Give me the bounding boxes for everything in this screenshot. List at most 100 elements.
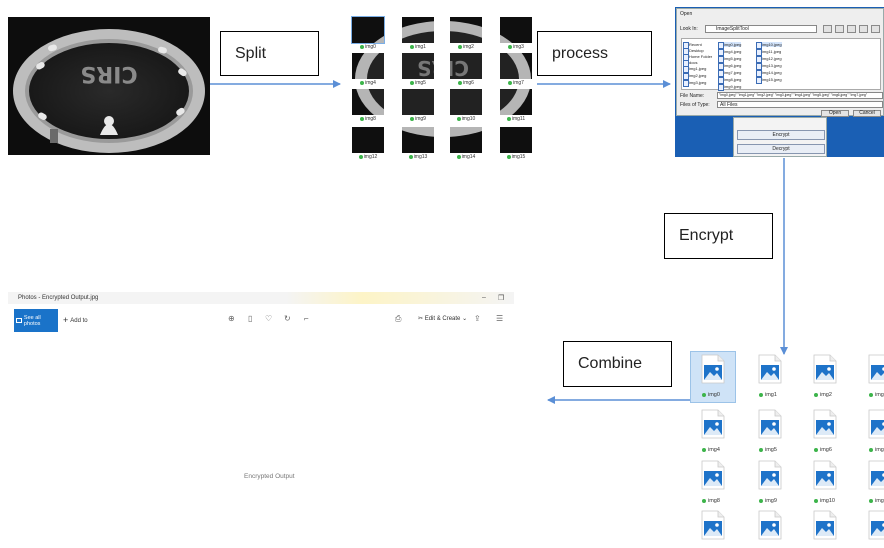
split-tile-caption: img4 [344,80,392,86]
split-tile: CIRS [352,127,384,153]
new-folder-icon[interactable] [847,25,856,33]
favorite-icon[interactable]: ♡ [265,314,272,323]
share-icon[interactable]: ⇪ [474,314,481,323]
home-icon[interactable] [835,25,844,33]
image-file-icon[interactable] [810,460,840,490]
split-tile-name: img9 [415,116,426,122]
file-caption: img2 [814,392,832,398]
image-file-icon[interactable] [698,354,728,384]
up-folder-icon[interactable] [823,25,832,33]
file-list-item[interactable]: img4.jpeg [718,49,741,56]
file-name: img7 [875,447,884,453]
image-file-icon[interactable] [755,354,785,384]
places-item[interactable]: docs [683,60,697,67]
split-tile-caption: img3 [492,44,540,50]
split-tile-name: img6 [463,80,474,86]
file-name-input[interactable]: "img0.jpeg" "img1.jpeg" "img2.jpeg" "img… [717,92,883,99]
places-item[interactable]: Desktop [683,48,704,55]
file-name: img11 [875,498,884,504]
image-file-icon[interactable] [810,409,840,439]
ct-phantom-graphic: CIRS [13,29,205,153]
file-caption: img0 [702,392,720,398]
image-file-icon[interactable] [810,354,840,384]
image-file-icon[interactable] [755,460,785,490]
open-button[interactable]: Open [821,110,849,117]
image-file-icon[interactable] [865,409,884,439]
file-list-item[interactable]: img3.jpeg [683,80,706,87]
file-list-item[interactable]: img12.jpeg [756,56,782,63]
split-tile-name: img8 [365,116,376,122]
rotate-icon[interactable]: ↻ [284,314,291,323]
file-list-item[interactable]: img1.jpeg [683,66,706,73]
split-tile-caption: img1 [394,44,442,50]
split-tile: CIRS [351,16,385,44]
delete-icon[interactable]: ▯ [248,314,252,323]
look-in-select[interactable]: ImageSplitTool [705,25,817,33]
details-view-icon[interactable] [871,25,880,33]
sync-status-icon [814,392,818,397]
file-name: img5 [765,447,777,453]
sync-status-icon [458,80,463,85]
image-file-icon[interactable] [698,510,728,540]
encrypt-decrypt-panel: Encrypt Decrypt [733,117,827,157]
file-list-item[interactable]: img13.jpeg [756,63,782,70]
file-caption: img4 [702,447,720,453]
places-item[interactable]: Home Folder [683,54,712,61]
image-file-icon[interactable] [755,510,785,540]
sync-status-icon [506,154,511,159]
image-file-icon[interactable] [698,460,728,490]
print-icon[interactable]: ⎙ [395,314,401,324]
split-label: Split [220,31,319,76]
file-list-item[interactable]: img10.jpeg [756,42,782,49]
cancel-button[interactable]: Cancel [853,110,881,117]
image-file-icon[interactable] [865,510,884,540]
file-list-item[interactable]: img9.jpeg [718,84,741,91]
encrypt-button[interactable]: Encrypt [737,130,825,140]
image-file-icon[interactable] [865,354,884,384]
file-list-item[interactable]: img5.jpeg [718,56,741,63]
file-name: img8 [708,498,720,504]
split-tile-name: img2 [463,44,474,50]
file-list[interactable]: Recent Desktop Home Folder docs img1.jpeg img… [681,38,881,91]
sync-status-icon [410,116,415,121]
image-file-icon[interactable] [810,510,840,540]
file-open-dialog-screenshot: Open Look In: ImageSplitTool Recent Deskt… [675,7,884,157]
add-to-button[interactable]: + Add to [63,315,88,325]
file-caption: img10 [814,498,835,504]
split-tile-caption: img5 [394,80,442,86]
more-icon[interactable]: ☰ [496,314,503,323]
split-tile: CIRS [450,127,482,153]
file-caption: img9 [759,498,777,504]
file-list-item[interactable]: img8.jpeg [718,77,741,84]
image-file-icon[interactable] [755,409,785,439]
split-tile-caption: img14 [442,154,490,160]
sync-status-icon [456,154,461,159]
decrypt-button[interactable]: Decrypt [737,144,825,154]
file-list-item[interactable]: img14.jpeg [756,70,782,77]
file-list-item[interactable]: img15.jpeg [756,77,782,84]
image-file-icon[interactable] [865,460,884,490]
file-caption: img6 [814,447,832,453]
crop-icon[interactable]: ⌐ [304,314,309,323]
photos-app-window: Photos - Encrypted Output.jpg – ❒ See al… [8,292,514,548]
sync-status-icon [702,447,706,452]
image-file-icon[interactable] [698,409,728,439]
places-item[interactable]: Recent [683,42,702,49]
split-tile-caption: img13 [394,154,442,160]
file-list-item[interactable]: img2.jpeg [683,73,706,80]
file-list-item[interactable]: img0.jpeg [718,42,742,49]
minimize-button[interactable]: – [482,294,486,301]
sync-status-icon [458,44,463,49]
list-view-icon[interactable] [859,25,868,33]
file-list-item[interactable]: img6.jpeg [718,63,741,70]
see-all-photos-button[interactable]: See all photos [14,309,58,332]
files-of-type-select[interactable]: All Files [717,101,883,108]
file-list-item[interactable]: img7.jpeg [718,70,741,77]
maximize-button[interactable]: ❒ [498,294,504,302]
split-tile: CIRS [500,89,532,115]
edit-create-button[interactable]: ✂ Edit & Create ⌄ [418,315,467,322]
photos-titlebar: Photos - Encrypted Output.jpg – ❒ [8,292,514,304]
zoom-icon[interactable]: ⊕ [228,314,235,323]
file-list-item[interactable]: img11.jpeg [756,49,781,56]
chevron-down-icon: ⌄ [462,316,468,322]
